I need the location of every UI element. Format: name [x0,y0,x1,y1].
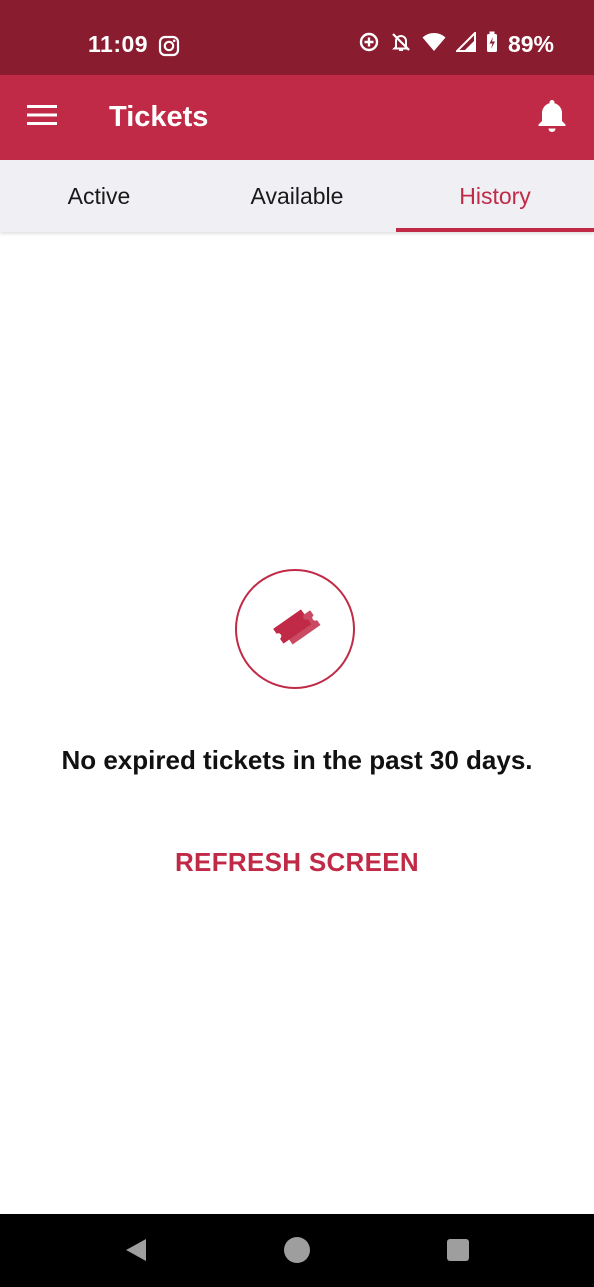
status-time: 11:09 [88,31,149,57]
instagram-icon [158,35,180,57]
back-icon [123,1237,149,1268]
page-title: Tickets [109,101,209,133]
wifi-icon [422,32,446,57]
system-navigation-bar [0,1214,594,1287]
home-button[interactable] [277,1232,317,1272]
refresh-screen-button[interactable]: REFRESH SCREEN [150,838,444,886]
data-saver-icon [358,31,380,58]
recents-icon [446,1238,470,1267]
tab-bar: Active Available History [0,160,594,232]
cell-signal-icon [454,30,476,57]
notifications-off-icon [390,31,412,58]
ticket-icon [269,605,321,654]
menu-button[interactable] [22,97,62,137]
home-icon [283,1236,311,1269]
notifications-button[interactable] [530,96,574,140]
battery-percentage: 89% [507,31,554,57]
tab-history[interactable]: History [396,160,594,232]
empty-state-message: No expired tickets in the past 30 days. [61,745,533,775]
tab-active[interactable]: Active [0,160,198,232]
app-bar: Tickets [0,75,594,160]
back-button[interactable] [116,1232,156,1272]
status-icons: 89% [358,30,554,58]
recents-button[interactable] [438,1232,478,1272]
tab-selection-indicator [396,228,594,232]
battery-charging-icon [486,31,498,58]
empty-state-icon-circle [235,569,355,689]
menu-icon [26,104,58,131]
tab-available[interactable]: Available [198,160,396,232]
bell-icon [535,98,569,139]
status-bar: 11:09 89% [0,0,594,75]
